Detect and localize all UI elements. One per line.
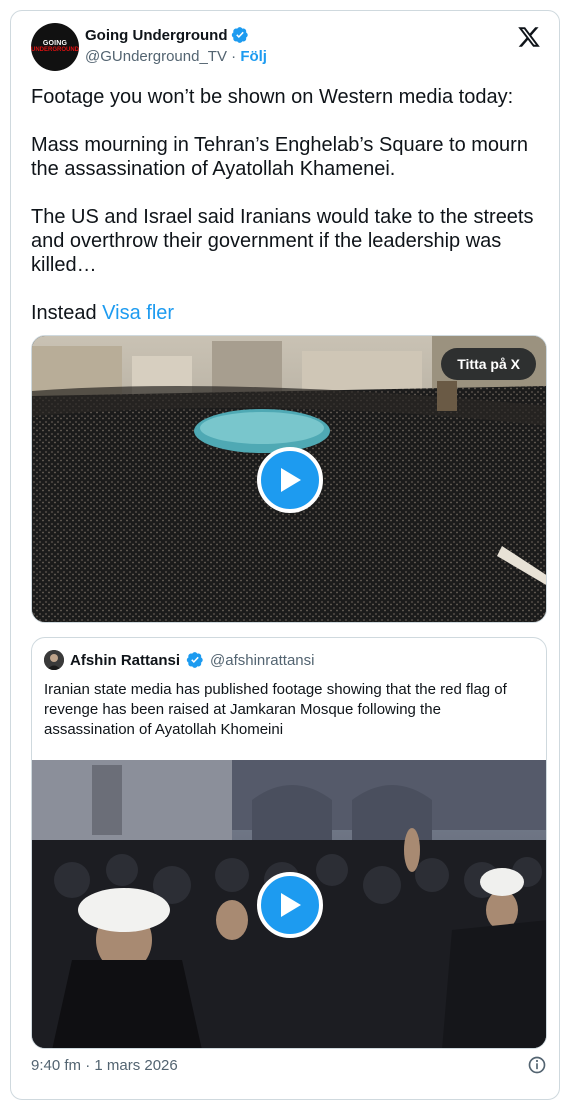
quoted-video-player[interactable] <box>32 760 546 1048</box>
quoted-tweet[interactable]: Afshin Rattansi @afshinrattansi Iranian … <box>31 637 547 1049</box>
play-button[interactable] <box>257 447 323 513</box>
tweet-paragraph-1: Footage you won’t be shown on Western me… <box>31 86 514 108</box>
tweet-timestamp[interactable]: 9:40 fm · 1 mars 2026 <box>31 1057 178 1074</box>
tweet-header: GOING UNDERGROUND Going Underground @GUn… <box>31 23 541 73</box>
avatar-portrait-icon <box>44 650 64 670</box>
video-player[interactable]: Titta på X <box>31 335 547 623</box>
verified-badge-icon <box>232 27 249 43</box>
follow-button[interactable]: Följ <box>240 48 267 65</box>
avatar-text-top: GOING <box>42 40 68 47</box>
watch-on-x-button[interactable]: Titta på X <box>441 348 536 380</box>
author-display-name[interactable]: Going Underground <box>85 27 227 44</box>
quoted-tweet-header: Afshin Rattansi @afshinrattansi <box>44 650 314 670</box>
quoted-play-button[interactable] <box>257 872 323 938</box>
tweet-paragraph-4: Instead Visa fler <box>31 301 541 325</box>
tweet-card: GOING UNDERGROUND Going Underground @GUn… <box>10 10 560 1100</box>
info-icon[interactable] <box>527 1055 547 1075</box>
quoted-author-name[interactable]: Afshin Rattansi <box>70 652 180 669</box>
tweet-text: Footage you won’t be shown on Western me… <box>31 85 541 349</box>
show-more-link[interactable]: Visa fler <box>102 302 174 324</box>
play-icon <box>281 468 301 492</box>
tweet-paragraph-4-text: Instead <box>31 302 103 324</box>
author-names: Going Underground @GUnderground_TV · Föl… <box>85 26 267 65</box>
author-handle-row: @GUnderground_TV · Följ <box>85 48 267 65</box>
x-logo-icon[interactable] <box>517 25 541 49</box>
tweet-paragraph-3: The US and Israel said Iranians would ta… <box>31 206 534 276</box>
tweet-footer: 9:40 fm · 1 mars 2026 <box>31 1055 547 1075</box>
verified-badge-icon <box>186 652 203 668</box>
author-handle[interactable]: @GUnderground_TV <box>85 48 227 65</box>
tweet-paragraph-2: Mass mourning in Tehran’s Enghelab’s Squ… <box>31 134 528 180</box>
quoted-tweet-text: Iranian state media has published footag… <box>44 681 507 738</box>
author-display-name-row[interactable]: Going Underground <box>85 26 249 44</box>
author-avatar[interactable]: GOING UNDERGROUND <box>31 23 79 71</box>
quoted-author-handle[interactable]: @afshinrattansi <box>210 652 314 669</box>
play-icon <box>281 893 301 917</box>
quoted-author-avatar[interactable] <box>44 650 64 670</box>
separator-dot: · <box>226 47 241 65</box>
avatar-text-bottom: UNDERGROUND <box>31 47 79 53</box>
